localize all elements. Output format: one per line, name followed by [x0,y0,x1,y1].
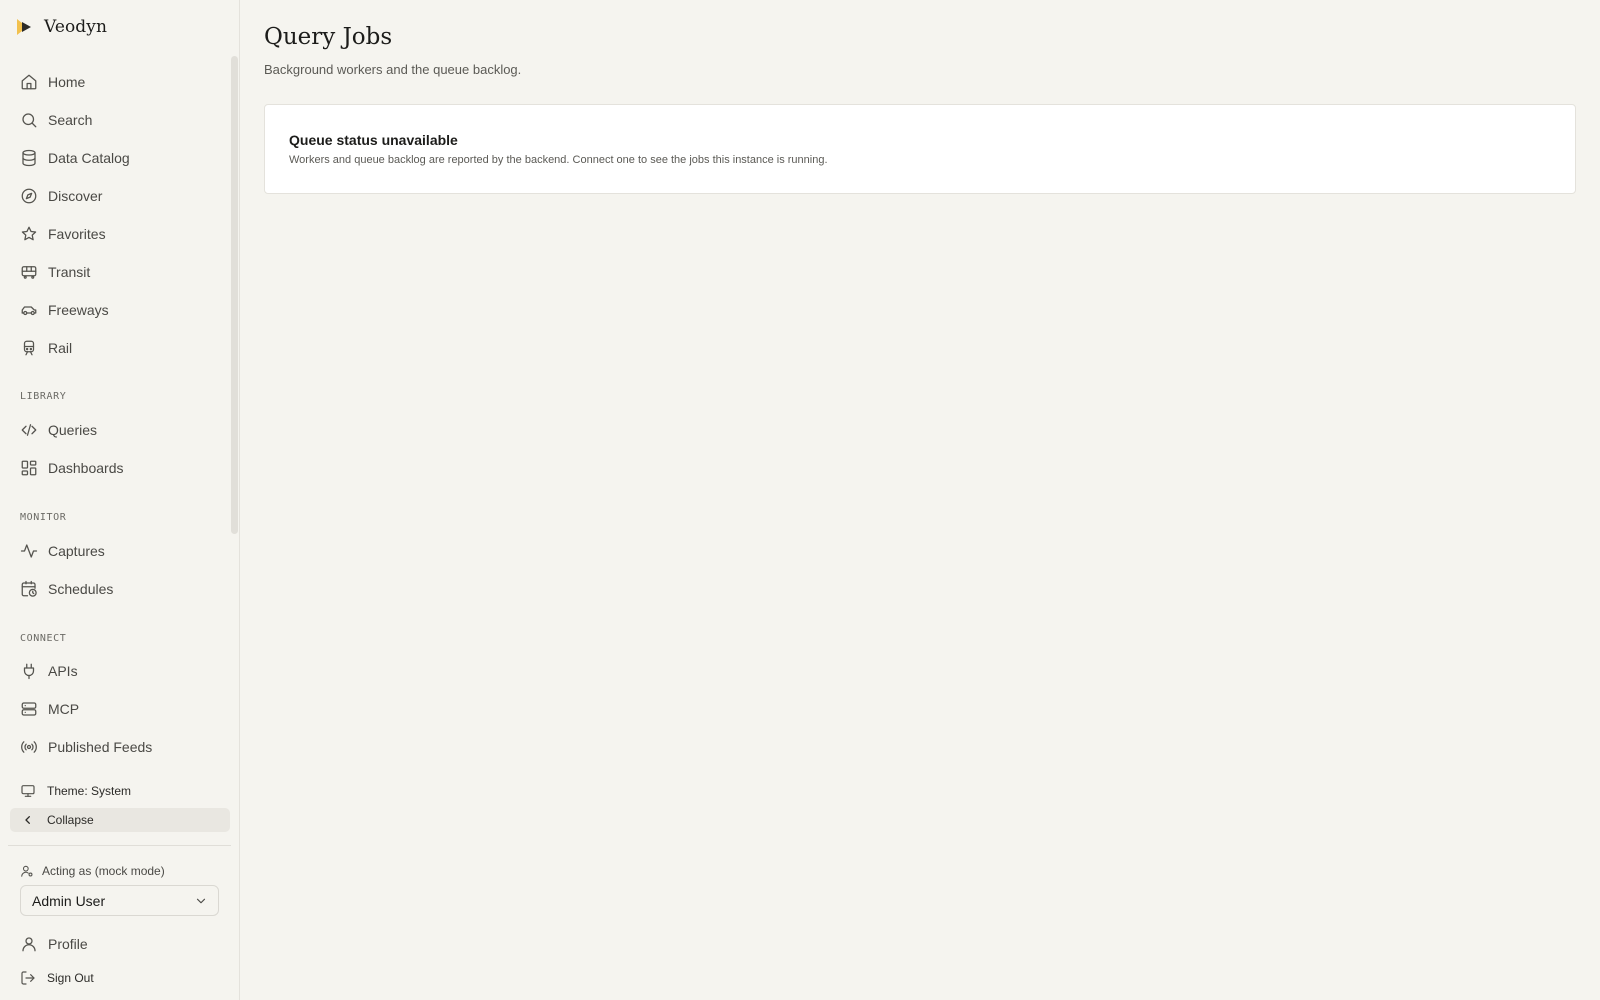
sidebar-item-discover[interactable]: Discover [10,179,230,213]
star-icon [21,226,37,241]
sidebar-item-rail[interactable]: Rail [10,331,230,365]
sidebar-item-freeways[interactable]: Freeways [10,293,230,327]
section-label-monitor: MONITOR [20,512,67,523]
acting-as-label: Acting as (mock mode) [20,863,165,879]
dashboard-icon [21,460,37,476]
sidebar-item-data-catalog[interactable]: Data Catalog [10,141,230,175]
user-cog-icon [21,865,33,877]
sidebar-item-transit[interactable]: Transit [10,255,230,289]
sidebar-scrollbar[interactable] [231,56,238,534]
collapse-button[interactable]: Collapse [10,808,230,832]
chevron-down-icon [196,898,206,904]
acting-as-text: Acting as (mock mode) [42,864,165,878]
profile-label: Profile [48,936,88,952]
sidebar-item-label: Rail [48,340,73,356]
monitor-icon [21,785,35,797]
sidebar-item-label: Search [48,112,93,128]
sign-out-icon [21,971,35,985]
sidebar-item-label: Favorites [48,226,106,242]
section-label-connect: CONNECT [20,633,67,644]
main-content: Query Jobs Background workers and the qu… [240,0,1600,1000]
calendar-clock-icon [21,580,37,597]
sidebar-item-dashboards[interactable]: Dashboards [10,451,230,485]
sidebar-item-captures[interactable]: Captures [10,534,230,568]
bus-icon [21,266,37,279]
code-icon [21,424,37,436]
brand-name: Veodyn [44,17,108,37]
sidebar-item-label: MCP [48,701,80,717]
sidebar-item-published-feeds[interactable]: Published Feeds [10,730,230,764]
page-subtitle: Background workers and the queue backlog… [264,62,522,77]
sidebar-item-queries[interactable]: Queries [10,413,230,447]
radio-icon [21,741,37,753]
plug-icon [23,663,35,680]
profile-link[interactable]: Profile [10,927,230,961]
sidebar-item-label: Schedules [48,581,114,597]
sidebar-item-home[interactable]: Home [10,65,230,99]
train-icon [23,340,35,356]
chevron-left-icon [25,816,30,824]
sign-out-button[interactable]: Sign Out [10,966,230,990]
sidebar-item-label: Transit [48,264,91,280]
server-icon [21,702,37,716]
sidebar-item-label: APIs [48,663,78,679]
sidebar-divider [8,845,231,846]
user-select[interactable]: Admin User [20,885,219,916]
sidebar-item-search[interactable]: Search [10,103,230,137]
compass-icon [21,188,37,204]
sidebar-item-schedules[interactable]: Schedules [10,572,230,606]
search-icon [22,113,37,128]
sidebar-item-apis[interactable]: APIs [10,654,230,688]
brand[interactable]: Veodyn [14,16,107,38]
page-title: Query Jobs [264,24,393,50]
sidebar-item-label: Captures [48,543,105,559]
database-icon [22,149,36,167]
activity-icon [20,544,38,558]
sidebar-item-label: Home [48,74,86,90]
collapse-label: Collapse [47,813,94,827]
user-icon [22,937,36,952]
sidebar-item-label: Published Feeds [48,739,153,755]
sidebar-item-label: Queries [48,422,98,438]
sign-out-label: Sign Out [47,971,94,985]
sidebar-item-label: Discover [48,188,103,204]
queue-status-card: Queue status unavailable Workers and que… [264,104,1576,194]
section-label-library: LIBRARY [20,391,67,402]
queue-status-message: Workers and queue backlog are reported b… [289,154,828,166]
sidebar-item-favorites[interactable]: Favorites [10,217,230,251]
sidebar-item-label: Dashboards [48,460,124,476]
home-icon [21,74,37,90]
sidebar-item-label: Data Catalog [48,150,130,166]
user-select-value: Admin User [32,892,106,909]
sidebar-item-mcp[interactable]: MCP [10,692,230,726]
sidebar-item-label: Freeways [48,302,109,318]
brand-logo-icon [17,19,31,35]
theme-toggle[interactable]: Theme: System [10,779,230,803]
theme-label: Theme: System [47,784,132,798]
sidebar: Veodyn Home Search Data Catalog Discover… [0,0,240,1000]
queue-status-title: Queue status unavailable [289,132,458,148]
car-icon [21,306,37,316]
